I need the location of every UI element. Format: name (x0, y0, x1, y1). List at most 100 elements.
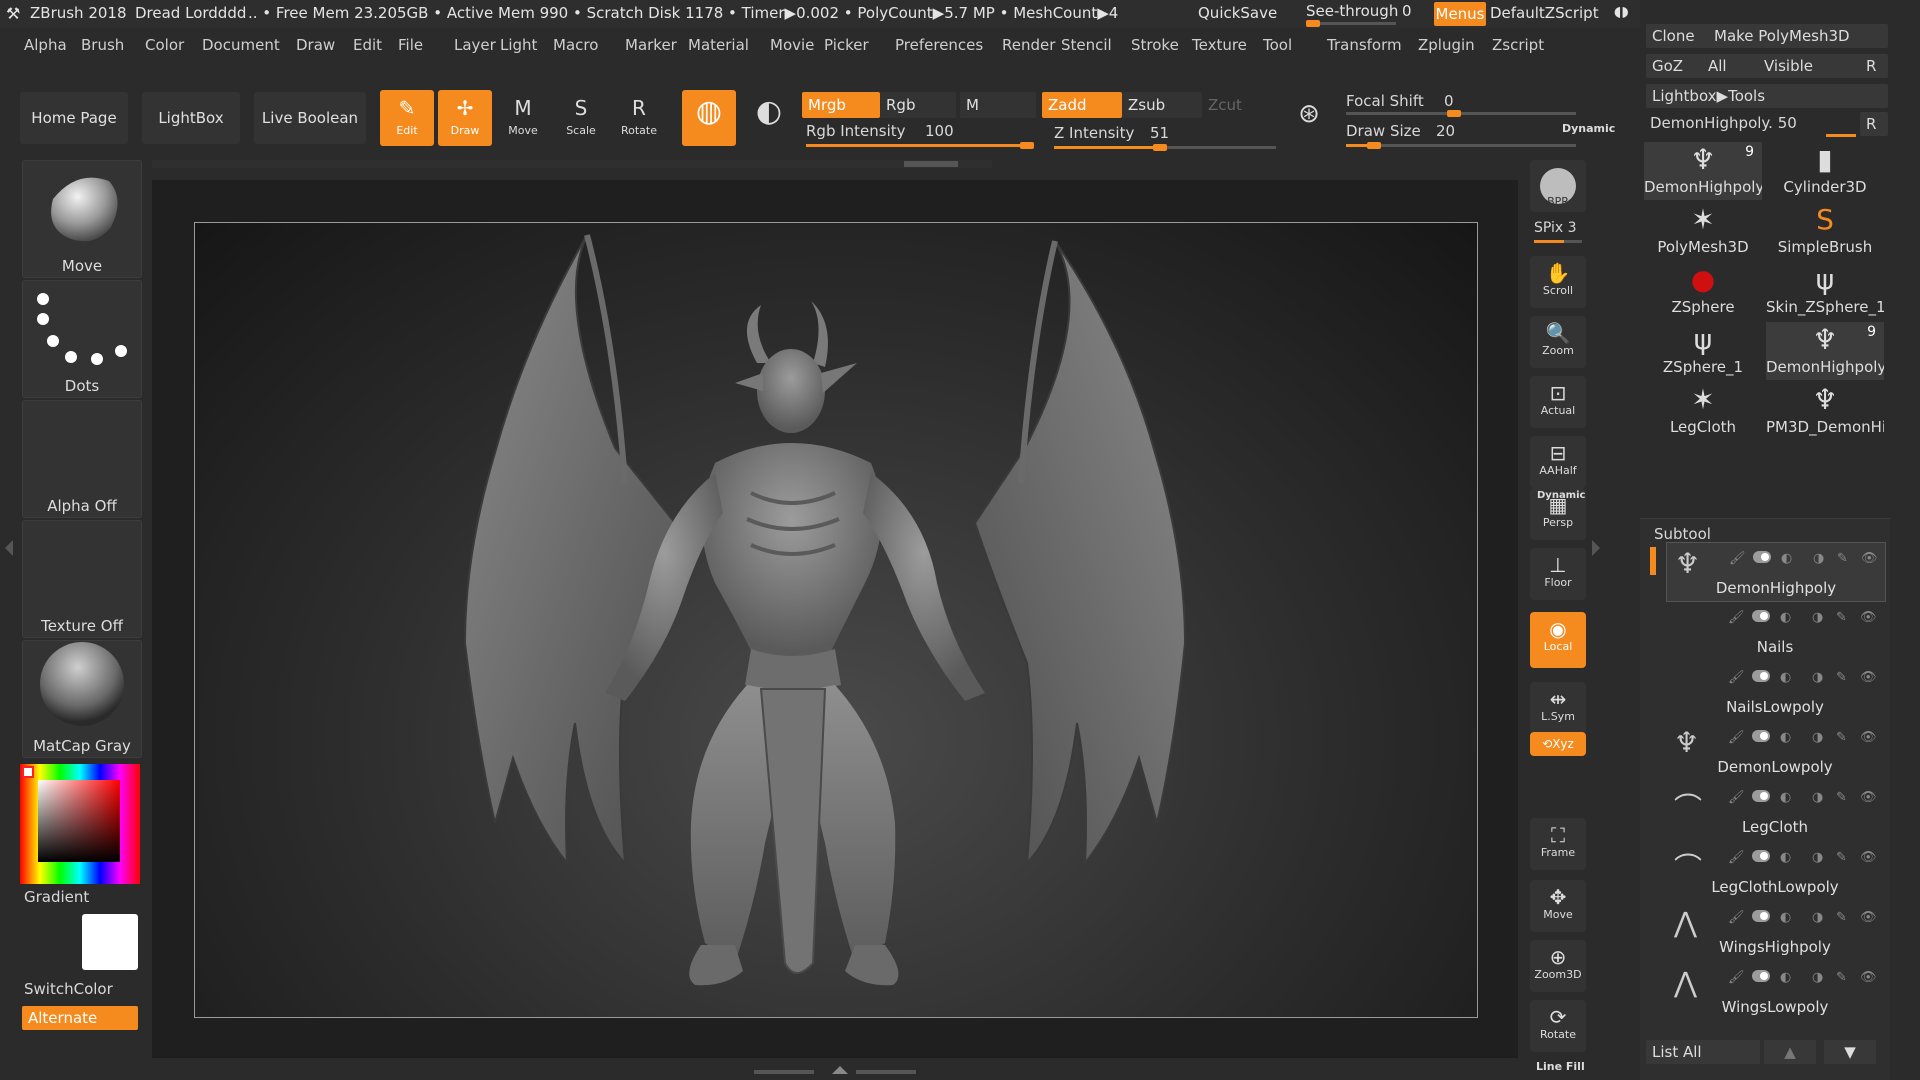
menu-picker[interactable]: Picker (824, 36, 869, 54)
move-up-icon[interactable]: ▲ (1764, 1040, 1816, 1064)
dynamic-icon[interactable]: ◑ (1812, 610, 1823, 625)
menu-brush[interactable]: Brush (81, 36, 124, 54)
mrgb-toggle[interactable]: Mrgb (802, 92, 880, 118)
subtool-title[interactable]: Subtool (1654, 525, 1711, 543)
top-scrollbar[interactable] (152, 160, 992, 168)
spotlight-button[interactable]: ⊛ (1286, 90, 1332, 146)
menu-zscript[interactable]: Zscript (1492, 36, 1544, 54)
clone-button[interactable]: Clone (1646, 24, 1710, 48)
dynamic-icon[interactable]: ◑ (1812, 970, 1823, 985)
polypaint-icon[interactable]: 🖌 (1728, 970, 1745, 985)
default-zscript-button[interactable]: DefaultZScript (1490, 4, 1599, 22)
alternate-toggle[interactable]: Alternate (22, 1006, 138, 1030)
menu-transform[interactable]: Transform (1327, 36, 1402, 54)
menu-layer[interactable]: Layer (454, 36, 496, 54)
menu-texture[interactable]: Texture (1192, 36, 1247, 54)
stroke-picker[interactable]: Dots (22, 280, 142, 398)
subtool-toggle[interactable] (1752, 850, 1770, 862)
tool-thumb-legcloth[interactable]: ✶ LegCloth (1644, 382, 1762, 440)
layout-tabs-icon[interactable]: ◖◗ (1614, 4, 1629, 20)
goz-r-button[interactable]: R (1860, 54, 1888, 78)
zadd-toggle[interactable]: Zadd (1042, 92, 1122, 118)
menu-movie[interactable]: Movie (770, 36, 814, 54)
dynamic-icon[interactable]: ◑ (1812, 910, 1823, 925)
brush-lock-icon[interactable]: ✎ (1836, 850, 1847, 865)
move-down-icon[interactable]: ▼ (1824, 1040, 1876, 1064)
material-icon[interactable]: ◐ (1780, 790, 1791, 805)
subtool-row-nailslowpoly[interactable]: 🖌 ◐ ◑ ✎ 👁 NailsLowpoly (1666, 662, 1884, 720)
menu-stencil[interactable]: Stencil (1061, 36, 1112, 54)
polypaint-icon[interactable]: 🖌 (1728, 670, 1745, 685)
subtool-row-wingslowpoly[interactable]: ⋀ 🖌 ◐ ◑ ✎ 👁 WingsLowpoly (1666, 962, 1884, 1020)
brush-picker[interactable]: Move (22, 160, 142, 278)
tool-thumb-demonhighpoly[interactable]: ♆ DemonHighpoly 9 (1644, 142, 1762, 200)
menu-render[interactable]: Render (1002, 36, 1055, 54)
subtool-row-nails[interactable]: 🖌 ◐ ◑ ✎ 👁 Nails (1666, 602, 1884, 660)
subtool-row-legcloth[interactable]: ⌒ 🖌 ◐ ◑ ✎ 👁 LegCloth (1666, 782, 1884, 840)
actual-view-button[interactable]: ⊡ Actual (1530, 376, 1586, 428)
brush-lock-icon[interactable]: ✎ (1836, 670, 1847, 685)
zoom3d-view-button[interactable]: ⊕ Zoom3D (1530, 940, 1586, 992)
floor-view-button[interactable]: ⊥ Floor (1530, 548, 1586, 600)
goz-visible-button[interactable]: Visible (1758, 54, 1862, 78)
material-icon[interactable]: ◐ (1781, 551, 1792, 566)
bpr-button[interactable]: BPR (1530, 160, 1586, 212)
menu-draw[interactable]: Draw (296, 36, 335, 54)
list-all-button[interactable]: List All (1646, 1040, 1760, 1064)
visibility-eye-icon[interactable]: 👁 (1860, 970, 1877, 985)
menu-stroke[interactable]: Stroke (1131, 36, 1179, 54)
menu-color[interactable]: Color (145, 36, 184, 54)
gradient-label[interactable]: Gradient (24, 888, 89, 906)
tool-thumb-simplebrush[interactable]: S SimpleBrush (1766, 202, 1884, 260)
polypaint-icon[interactable]: 🖌 (1728, 910, 1745, 925)
local-view-button[interactable]: ◉ Local (1530, 612, 1586, 668)
focal-shift-slider[interactable]: Focal Shift 0 (1344, 90, 1580, 118)
menu-alpha[interactable]: Alpha (24, 36, 67, 54)
subtool-toggle[interactable] (1753, 551, 1771, 563)
spix-slider[interactable]: SPix 3 (1530, 218, 1586, 246)
menu-macro[interactable]: Macro (553, 36, 598, 54)
subtool-toggle[interactable] (1752, 790, 1770, 802)
menu-light[interactable]: Light (500, 36, 537, 54)
tool-thumb-zsphere[interactable]: ● ZSphere (1644, 262, 1762, 320)
frame-view-button[interactable]: ⛶ Frame (1530, 818, 1586, 870)
subtool-row-demonhighpoly[interactable]: ♆ 🖌 ◐ ◑ ✎ 👁 DemonHighpoly (1666, 542, 1886, 602)
subtool-toggle[interactable] (1752, 670, 1770, 682)
texture-picker[interactable]: Texture Off (22, 520, 142, 638)
material-icon[interactable]: ◐ (1780, 670, 1791, 685)
alpha-picker[interactable]: Alpha Off (22, 400, 142, 518)
see-through-slider[interactable]: See-through 0 (1300, 0, 1412, 27)
brush-lock-icon[interactable]: ✎ (1836, 610, 1847, 625)
quicksave-button[interactable]: QuickSave (1198, 4, 1277, 22)
move-view-button[interactable]: ✥ Move (1530, 880, 1586, 932)
live-boolean-button[interactable]: Live Boolean (254, 92, 366, 144)
brush-lock-icon[interactable]: ✎ (1836, 970, 1847, 985)
dynamic-icon[interactable]: ◑ (1812, 790, 1823, 805)
menu-tool[interactable]: Tool (1263, 36, 1292, 54)
make-polymesh-button[interactable]: Make PolyMesh3D (1708, 24, 1888, 48)
rotate-view-button[interactable]: ⟳ Rotate (1530, 1000, 1586, 1052)
draw-size-slider[interactable]: Draw Size 20 (1344, 120, 1580, 150)
dynamic-icon[interactable]: ◑ (1812, 670, 1823, 685)
current-tool-r-button[interactable]: R (1860, 112, 1888, 136)
material-icon[interactable]: ◐ (1780, 610, 1791, 625)
zsub-toggle[interactable]: Zsub (1122, 92, 1202, 118)
home-page-button[interactable]: Home Page (20, 92, 128, 144)
visibility-eye-icon[interactable]: 👁 (1860, 790, 1877, 805)
menu-zplugin[interactable]: Zplugin (1418, 36, 1475, 54)
polypaint-icon[interactable]: 🖌 (1729, 551, 1746, 566)
menu-document[interactable]: Document (202, 36, 280, 54)
zoom-view-button[interactable]: 🔍 Zoom (1530, 316, 1586, 368)
color-saturation-square[interactable] (38, 780, 120, 862)
color-picker[interactable] (20, 764, 140, 884)
tool-thumb-zsphere_1[interactable]: ψ ZSphere_1 (1644, 322, 1762, 380)
bottom-tray-arrow-icon[interactable] (832, 1066, 848, 1074)
right-tray-arrow-icon[interactable] (1592, 540, 1600, 556)
material-icon[interactable]: ◐ (1780, 970, 1791, 985)
subtool-scroll-indicator[interactable] (1650, 547, 1656, 575)
material-icon[interactable]: ◐ (1780, 910, 1791, 925)
secondary-color-swatch[interactable] (22, 914, 78, 970)
brush-lock-icon[interactable]: ✎ (1836, 730, 1847, 745)
current-tool-slider[interactable]: DemonHighpoly. 50 (1646, 112, 1860, 138)
goz-all-button[interactable]: All (1702, 54, 1760, 78)
